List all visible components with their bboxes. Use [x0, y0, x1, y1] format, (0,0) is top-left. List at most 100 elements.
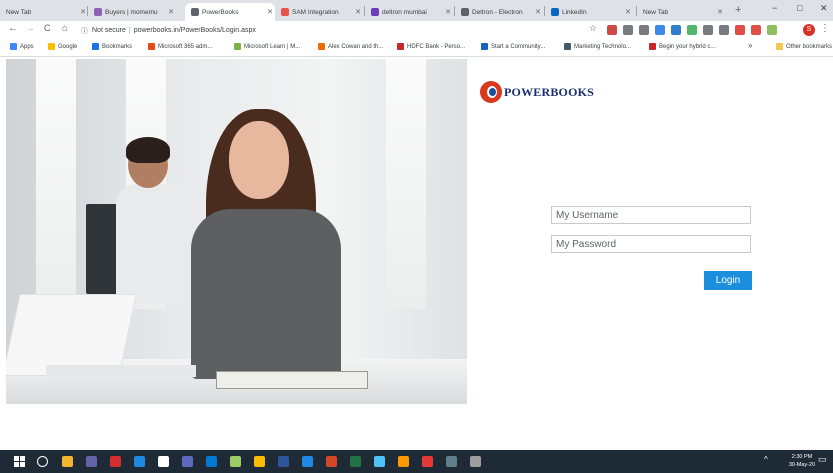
tab-separator	[636, 6, 637, 16]
window-panel	[386, 59, 426, 309]
firefox-icon[interactable]	[398, 456, 409, 467]
linkedin-extension-icon[interactable]	[671, 25, 681, 35]
tab-title: New Tab	[643, 8, 669, 16]
clock-time: 2:30 PM	[791, 454, 813, 460]
bookmark-item[interactable]: Google	[48, 43, 77, 50]
browser-tab[interactable]: PowerBooks ✕	[185, 3, 275, 21]
bookmark-item[interactable]: Microsoft 365 adm...	[148, 43, 212, 50]
word-icon[interactable]	[278, 456, 289, 467]
address-bar[interactable]: ⓘ Not secure | powerbooks.in/PowerBooks/…	[81, 24, 256, 37]
search-extension-icon[interactable]	[719, 25, 729, 35]
browser-tab[interactable]: Buyers | momemu ✕	[88, 3, 176, 21]
pin-extension-icon[interactable]	[735, 25, 745, 35]
bookmark-item[interactable]: Alex Cowan and th...	[318, 43, 383, 50]
new-tab-button[interactable]: +	[735, 4, 741, 16]
s-extension-icon[interactable]	[639, 25, 649, 35]
teams-icon[interactable]	[86, 456, 97, 467]
tab-separator	[364, 6, 365, 16]
pdf-extension-icon[interactable]	[607, 25, 617, 35]
tab-close-icon[interactable]: ✕	[166, 8, 176, 16]
store-icon[interactable]	[158, 456, 169, 467]
maps-icon[interactable]	[374, 456, 385, 467]
remote-desktop-icon[interactable]	[302, 456, 313, 467]
bookmark-item[interactable]: Begin your hybrid c...	[649, 43, 715, 50]
browser-tab[interactable]: New Tab ✕	[637, 3, 725, 21]
tab-separator	[544, 6, 545, 16]
green-extension-icon[interactable]	[687, 25, 697, 35]
close-window-button[interactable]: ✕	[820, 3, 828, 14]
url-separator: |	[128, 27, 131, 34]
maximize-button[interactable]: □	[797, 3, 802, 13]
bookmark-item[interactable]: Bookmarks	[92, 43, 132, 50]
bookmarks-overflow-button[interactable]: »	[748, 41, 752, 50]
tab-close-icon[interactable]: ✕	[623, 8, 633, 16]
deltron-icon	[371, 8, 379, 16]
mail-icon[interactable]	[206, 456, 217, 467]
tab-title: LinkedIn	[562, 8, 587, 16]
puzzle-extension-icon[interactable]	[767, 25, 777, 35]
tab-separator	[87, 6, 88, 16]
bookmark-item[interactable]: Apps	[10, 43, 34, 50]
chat-icon[interactable]	[182, 456, 193, 467]
windows-start-icon[interactable]	[14, 456, 25, 467]
browser-tab[interactable]: Deltron - Electron ✕	[455, 3, 543, 21]
red-extension-icon[interactable]	[751, 25, 761, 35]
man-body-shape	[116, 184, 196, 304]
pen-icon[interactable]	[470, 456, 481, 467]
bookmark-item[interactable]: Marketing Technolo...	[564, 43, 631, 50]
bookmark-favicon-icon	[48, 43, 55, 50]
bookmark-favicon-icon	[481, 43, 488, 50]
username-input[interactable]	[551, 206, 751, 224]
home-button[interactable]: ⌂	[62, 23, 68, 34]
notebook-shape	[216, 371, 368, 389]
calculator-icon[interactable]	[446, 456, 457, 467]
browser-tab[interactable]: deltron mumbai ✕	[365, 3, 453, 21]
tab-close-icon[interactable]: ✕	[353, 8, 363, 16]
notification-icon[interactable]: ▭	[818, 454, 827, 465]
clock-date: 30-May-20	[788, 462, 816, 468]
sam-icon	[281, 8, 289, 16]
forward-button[interactable]: →	[25, 23, 35, 34]
bookmark-item[interactable]: Microsoft Learn | M...	[234, 43, 300, 50]
bookmark-favicon-icon	[148, 43, 155, 50]
browser-tab[interactable]: LinkedIn ✕	[545, 3, 633, 21]
chrome-icon[interactable]	[254, 456, 265, 467]
profile-avatar[interactable]: S	[803, 24, 815, 36]
password-input[interactable]	[551, 235, 751, 253]
blue-extension-icon[interactable]	[655, 25, 665, 35]
back-button[interactable]: ←	[8, 23, 18, 34]
search-icon[interactable]	[37, 456, 48, 467]
tray-chevron-icon[interactable]: ^	[764, 455, 768, 464]
url-text[interactable]: powerbooks.in/PowerBooks/Login.aspx	[134, 27, 256, 34]
minimize-button[interactable]: −	[772, 3, 777, 13]
bookmark-item[interactable]: Start a Community...	[481, 43, 545, 50]
excel-icon[interactable]	[350, 456, 361, 467]
snipping-tool-icon[interactable]	[134, 456, 145, 467]
file-explorer-icon[interactable]	[62, 456, 73, 467]
powerpoint-icon[interactable]	[326, 456, 337, 467]
globe-icon	[191, 8, 199, 16]
man-hair-shape	[126, 137, 170, 163]
browser-tab[interactable]: SAM Integration ✕	[275, 3, 363, 21]
info-icon[interactable]: ⓘ	[81, 26, 88, 36]
browser-tab[interactable]: New Tab ✕	[0, 3, 88, 21]
bookmark-item[interactable]: HDFC Bank - Perso...	[397, 43, 465, 50]
tab-close-icon[interactable]: ✕	[533, 8, 543, 16]
excel-tool-icon[interactable]	[230, 456, 241, 467]
reload-button[interactable]: C	[44, 23, 51, 33]
tab-close-icon[interactable]: ✕	[443, 8, 453, 16]
other-bookmarks[interactable]: Other bookmarks	[776, 43, 832, 50]
tab-close-icon[interactable]: ✕	[265, 8, 275, 16]
circle-extension-icon[interactable]	[623, 25, 633, 35]
tab-close-icon[interactable]: ✕	[715, 8, 725, 16]
bookmark-favicon-icon	[564, 43, 571, 50]
monitor-extension-icon[interactable]	[703, 25, 713, 35]
opera-icon[interactable]	[422, 456, 433, 467]
login-button[interactable]: Login	[704, 271, 752, 290]
pdf-reader-icon[interactable]	[110, 456, 121, 467]
bookmark-label: Start a Community...	[491, 43, 546, 50]
bookmark-star-icon[interactable]: ☆	[589, 23, 597, 34]
browser-menu-button[interactable]: ⋮	[820, 23, 830, 34]
clock[interactable]: 2:30 PM 30-May-20	[784, 453, 820, 469]
bookmark-label: Google	[58, 43, 78, 50]
